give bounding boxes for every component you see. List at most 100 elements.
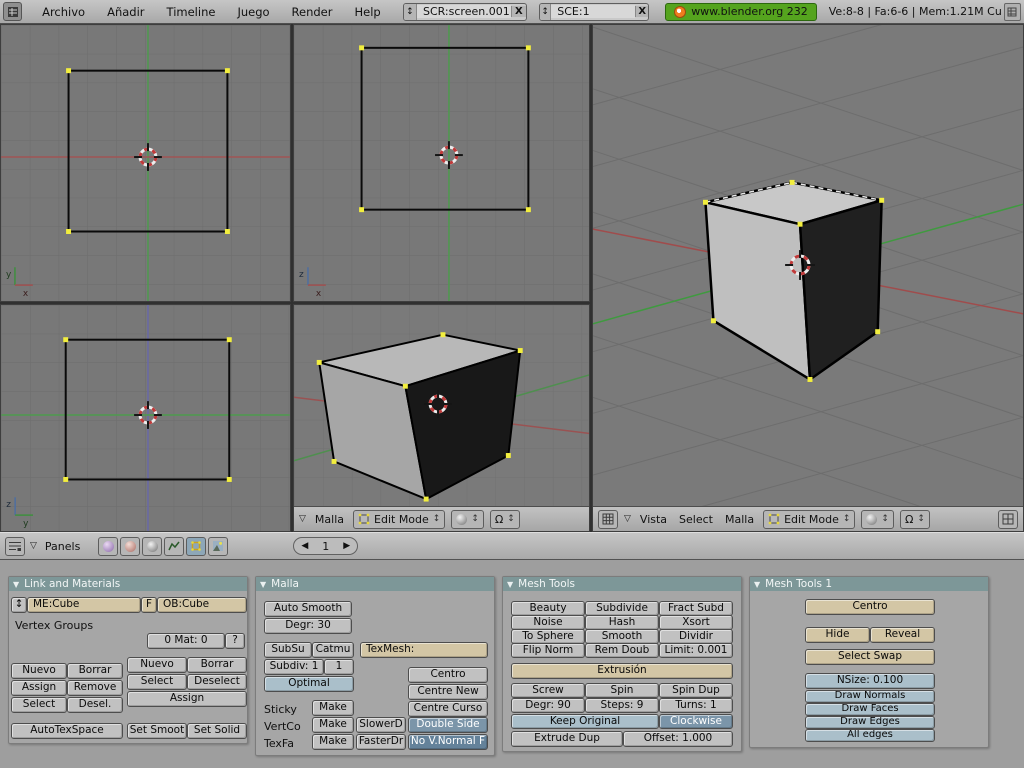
spin-button[interactable]: Spin <box>585 683 659 698</box>
ipo-curve-icon[interactable] <box>164 536 185 556</box>
limit-stepper[interactable]: Limit: 0.001 <box>659 643 733 658</box>
material-help-button[interactable]: ? <box>225 633 245 649</box>
select-swap-button[interactable]: Select Swap <box>805 649 935 665</box>
collapse-triangle-icon[interactable]: ▼ <box>260 580 266 589</box>
menu-timeline[interactable]: Timeline <box>157 5 226 19</box>
flip-normals-button[interactable]: Flip Norm <box>511 643 585 658</box>
page-prev-button[interactable]: ◀ <box>294 541 315 551</box>
vgroup-delete-button[interactable]: Borrar <box>67 663 123 679</box>
turns-stepper[interactable]: Turns: 1 <box>659 698 733 713</box>
subsurf-toggle[interactable]: SubSu <box>264 642 312 658</box>
window-grid-icon[interactable] <box>1003 2 1021 21</box>
window-type-button[interactable] <box>5 536 25 556</box>
menu-render[interactable]: Render <box>282 5 343 19</box>
set-smooth-button[interactable]: Set Smoot <box>127 723 187 739</box>
material-assign-button[interactable]: Assign <box>127 691 247 707</box>
proportional-edit-dropdown[interactable]: Ω ↕ <box>899 509 930 529</box>
mesh-name-field[interactable]: ME:Cube <box>27 597 141 613</box>
draw-normals-toggle[interactable]: Draw Normals <box>805 690 935 703</box>
sticky-make-button[interactable]: Make <box>312 700 354 716</box>
menu-vista[interactable]: Vista <box>637 513 670 526</box>
vgroup-select-button[interactable]: Select <box>11 697 67 713</box>
world-icon[interactable] <box>142 536 163 556</box>
panel-header[interactable]: ▼ Mesh Tools <box>503 577 741 591</box>
draw-faces-toggle[interactable]: Draw Faces <box>805 703 935 716</box>
centre-button[interactable]: Centro <box>408 667 488 683</box>
nsize-stepper[interactable]: NSize: 0.100 <box>805 673 935 689</box>
mode-dropdown[interactable]: Edit Mode ↕ <box>763 509 856 529</box>
viewport-bottom-left[interactable]: z y <box>0 304 291 532</box>
menu-juego[interactable]: Juego <box>227 5 279 19</box>
fake-user-button[interactable]: F <box>141 597 157 613</box>
hash-button[interactable]: Hash <box>585 615 659 630</box>
offset-stepper[interactable]: Offset: 1.000 <box>623 731 733 747</box>
layers-button[interactable] <box>998 509 1018 529</box>
double-sided-toggle[interactable]: Double Side <box>408 717 488 733</box>
draw-type-dropdown[interactable]: ↕ <box>451 509 484 529</box>
scene-name-field[interactable]: SCE:1 <box>551 5 636 18</box>
game-logic-icon[interactable] <box>98 536 119 556</box>
material-counter[interactable]: 0 Mat: 0 <box>147 633 225 649</box>
rem-doubles-button[interactable]: Rem Doub <box>585 643 659 658</box>
spin-dup-button[interactable]: Spin Dup <box>659 683 733 698</box>
scene-close-button[interactable]: X <box>635 6 649 17</box>
editing-context-button[interactable] <box>186 536 207 556</box>
material-select-button[interactable]: Select <box>127 674 187 690</box>
page-next-button[interactable]: ▶ <box>336 541 357 551</box>
material-new-button[interactable]: Nuevo <box>127 657 187 673</box>
collapse-triangle-icon[interactable]: ▼ <box>13 580 19 589</box>
extrude-button[interactable]: Extrusión <box>511 663 733 679</box>
header-collapse-icon[interactable]: ▽ <box>299 514 306 524</box>
viewport-type-button[interactable] <box>598 509 618 529</box>
steps-stepper[interactable]: Steps: 9 <box>585 698 659 713</box>
version-button[interactable]: www.blender.org 232 <box>665 2 817 21</box>
viewport-top-left[interactable]: y x <box>0 24 291 302</box>
collapse-triangle-icon[interactable]: ▼ <box>754 580 760 589</box>
centre-new-button[interactable]: Centre New <box>408 684 488 700</box>
header-collapse-icon[interactable]: ▽ <box>624 514 631 524</box>
optimal-toggle[interactable]: Optimal <box>264 676 354 692</box>
split-button[interactable]: Dividir <box>659 629 733 644</box>
beauty-toggle[interactable]: Beauty <box>511 601 585 616</box>
screen-name-field[interactable]: SCR:screen.001 <box>416 5 511 18</box>
proportional-edit-dropdown[interactable]: Ω ↕ <box>489 509 520 529</box>
centre-cursor-button[interactable]: Centre Curso <box>408 701 488 717</box>
auto-smooth-toggle[interactable]: Auto Smooth <box>264 601 352 617</box>
vertcol-make-button[interactable]: Make <box>312 717 354 733</box>
extrude-dup-button[interactable]: Extrude Dup <box>511 731 623 747</box>
draw-edges-toggle[interactable]: Draw Edges <box>805 716 935 729</box>
autotexspace-button[interactable]: AutoTexSpace <box>11 723 123 739</box>
scene-context-button[interactable] <box>208 536 229 556</box>
reveal-button[interactable]: Reveal <box>870 627 935 643</box>
noise-button[interactable]: Noise <box>511 615 585 630</box>
no-vnormal-flip-toggle[interactable]: No V.Normal F <box>408 734 488 750</box>
mode-dropdown[interactable]: Edit Mode ↕ <box>353 509 446 529</box>
viewport-bottom-middle[interactable]: ▽ Malla Edit Mode ↕ ↕ Ω ↕ <box>293 304 590 532</box>
degr-spin-stepper[interactable]: Degr: 90 <box>511 698 585 713</box>
set-solid-button[interactable]: Set Solid <box>187 723 247 739</box>
menu-anadir[interactable]: Añadir <box>97 5 154 19</box>
xsort-button[interactable]: Xsort <box>659 615 733 630</box>
vgroup-assign-button[interactable]: Assign <box>11 680 67 696</box>
vgroup-new-button[interactable]: Nuevo <box>11 663 67 679</box>
app-menu-button[interactable] <box>3 2 23 21</box>
fract-subd-button[interactable]: Fract Subd <box>659 601 733 616</box>
screen-browse-icon[interactable]: ↕ <box>403 3 417 20</box>
faster-draw-button[interactable]: FasterDr <box>356 734 406 750</box>
object-name-field[interactable]: OB:Cube <box>157 597 247 613</box>
screw-button[interactable]: Screw <box>511 683 585 698</box>
panel-header[interactable]: ▼ Malla <box>256 577 494 591</box>
slower-draw-button[interactable]: SlowerD <box>356 717 406 733</box>
keep-original-toggle[interactable]: Keep Original <box>511 714 659 729</box>
menu-malla[interactable]: Malla <box>312 513 347 526</box>
subdiv-render-stepper[interactable]: 1 <box>324 659 354 675</box>
panel-header[interactable]: ▼ Link and Materials <box>9 577 247 591</box>
header-collapse-icon[interactable]: ▽ <box>30 541 37 551</box>
panels-menu[interactable]: Panels <box>42 540 83 553</box>
vgroup-remove-button[interactable]: Remove <box>67 680 123 696</box>
draw-type-dropdown[interactable]: ↕ <box>861 509 894 529</box>
all-edges-toggle[interactable]: All edges <box>805 729 935 742</box>
centre-button[interactable]: Centro <box>805 599 935 615</box>
texface-make-button[interactable]: Make <box>312 734 354 750</box>
shading-icon[interactable] <box>120 536 141 556</box>
